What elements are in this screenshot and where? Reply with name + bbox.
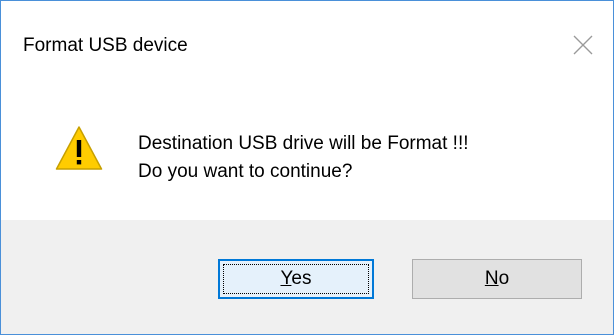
title-bar[interactable]: Format USB device — [1, 1, 613, 89]
yes-button-label: Yes — [280, 268, 311, 290]
dialog-title: Format USB device — [23, 35, 188, 56]
close-icon — [573, 35, 593, 55]
message-line-2: Do you want to continue? — [138, 161, 353, 182]
dialog-message: Destination USB drive will be Format !!!… — [138, 130, 469, 186]
yes-mnemonic: Y — [280, 268, 292, 289]
no-label-rest: o — [498, 268, 510, 289]
no-mnemonic: N — [484, 268, 499, 289]
close-button[interactable] — [553, 17, 613, 73]
message-dialog: Format USB device Destination USB drive … — [0, 0, 614, 335]
yes-label-rest: es — [291, 268, 312, 289]
no-button[interactable]: No — [412, 259, 582, 299]
yes-button[interactable]: Yes — [218, 259, 374, 299]
warning-icon — [55, 126, 103, 170]
message-line-1: Destination USB drive will be Format !!! — [138, 133, 469, 154]
dialog-content: Destination USB drive will be Format !!!… — [1, 89, 613, 220]
dialog-footer: Yes No — [1, 220, 613, 334]
no-button-label: No — [485, 268, 509, 290]
